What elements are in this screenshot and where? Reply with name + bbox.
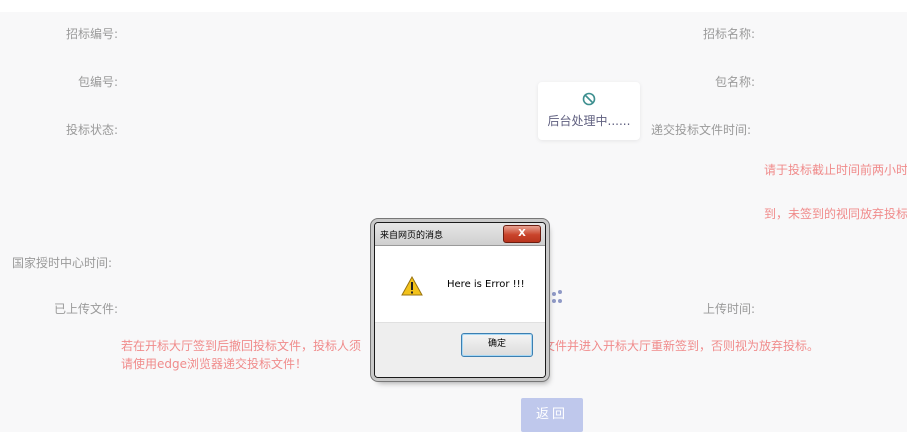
notice-line-1: 请于投标截止时间前两小时 (764, 163, 907, 177)
alert-dialog: 来自网页的消息 X Here is Error !!! 确定 (374, 222, 546, 378)
dialog-message: Here is Error !!! (447, 279, 525, 290)
return-button[interactable]: 返回 (521, 398, 583, 432)
uploaded-file-label: 已上传文件: (53, 302, 118, 316)
dialog-titlebar[interactable]: 来自网页的消息 X (375, 223, 545, 246)
upload-time-label: 上传时间: (703, 302, 756, 316)
ok-button[interactable]: 确定 (461, 333, 533, 357)
dialog-body: Here is Error !!! (375, 246, 545, 322)
ntsc-time-label: 国家授时中心时间: (12, 256, 113, 270)
bid-no-label: 招标编号: (65, 27, 118, 41)
bid-name-label: 招标名称: (703, 27, 756, 41)
notice-line-2: 到，未签到的视同放弃投标 (764, 207, 907, 221)
warning-line-2: 请使用edge浏览器递交投标文件！ (121, 357, 308, 371)
dialog-close-button[interactable]: X (503, 225, 541, 243)
dialog-title: 来自网页的消息 (380, 231, 444, 241)
loading-text: 后台处理中...... (547, 114, 631, 128)
no-entry-icon (582, 92, 596, 106)
warning-icon (401, 276, 423, 296)
bid-status-label: 投标状态: (65, 123, 118, 137)
warning-line-1-right: 文件并进入开标大厅重新签到，否则视为放弃投标。 (543, 339, 820, 353)
spinner-icon (552, 290, 564, 308)
submit-time-label: 递交投标文件时间: (651, 123, 752, 137)
dialog-footer: 确定 (375, 322, 545, 377)
package-name-label: 包名称: (715, 75, 756, 89)
loading-indicator: 后台处理中...... (538, 82, 640, 140)
bid-submission-page: 招标编号: 招标名称: 包编号: 包名称: 投标状态: 递交投标文件时间: 请于… (0, 0, 907, 432)
warning-line-1-left: 若在开标大厅签到后撤回投标文件，投标人须 (121, 339, 362, 353)
package-no-label: 包编号: (77, 75, 118, 89)
